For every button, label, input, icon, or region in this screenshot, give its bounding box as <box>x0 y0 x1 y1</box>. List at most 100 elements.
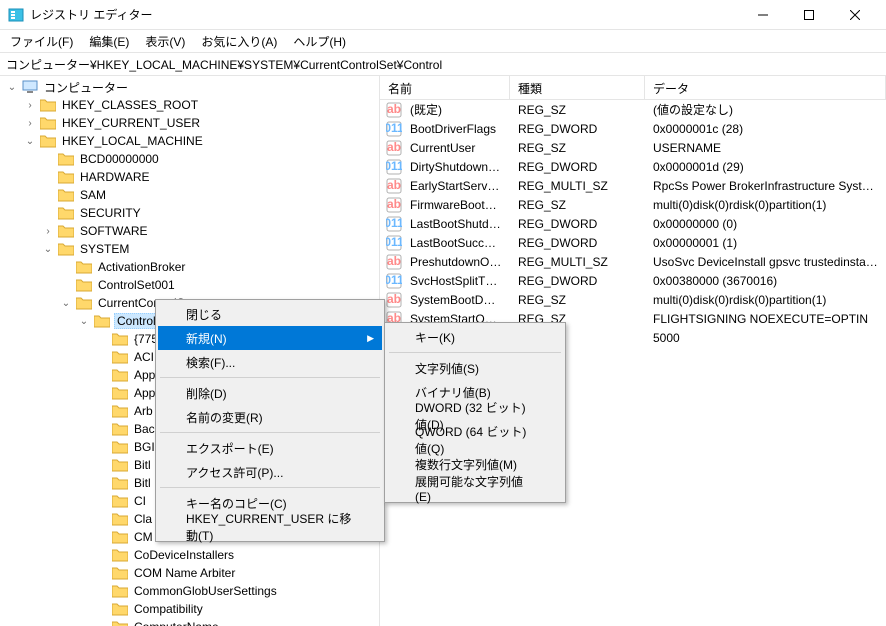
column-name[interactable]: 名前 <box>380 76 510 99</box>
context-submenu[interactable]: キー(K)文字列値(S)バイナリ値(B)DWORD (32 ビット) 値(D)Q… <box>384 322 566 503</box>
menu-item[interactable]: 削除(D) <box>158 381 382 405</box>
tree-item-label: HKEY_CLASSES_ROOT <box>60 98 200 112</box>
value-type: REG_SZ <box>510 141 645 155</box>
folder-icon <box>58 242 74 256</box>
value-type: REG_SZ <box>510 198 645 212</box>
tree-item-label: SOFTWARE <box>78 224 150 238</box>
tree-item[interactable]: ⌄コンピューター <box>0 78 379 96</box>
menu-item[interactable]: 新規(N)▶ <box>158 326 382 350</box>
value-icon: ab <box>386 197 402 213</box>
menu-item[interactable]: 名前の変更(R) <box>158 405 382 429</box>
tree-item[interactable]: ComputerName <box>0 618 379 626</box>
folder-icon <box>112 566 128 580</box>
close-button[interactable] <box>832 0 878 30</box>
minimize-button[interactable] <box>740 0 786 30</box>
menu-file[interactable]: ファイル(F) <box>4 31 79 52</box>
tree-item[interactable]: Compatibility <box>0 600 379 618</box>
value-type: REG_MULTI_SZ <box>510 255 645 269</box>
tree-item-label: BCD00000000 <box>78 152 161 166</box>
column-data[interactable]: データ <box>645 76 886 99</box>
tree-item[interactable]: SECURITY <box>0 204 379 222</box>
value-data: multi(0)disk(0)rdisk(0)partition(1) <box>645 293 886 307</box>
list-header: 名前 種類 データ <box>380 76 886 100</box>
menu-item[interactable]: キー(K) <box>387 325 563 349</box>
svg-text:ab: ab <box>387 254 401 268</box>
menu-item[interactable]: 文字列値(S) <box>387 356 563 380</box>
menu-favorites[interactable]: お気に入り(A) <box>195 31 283 52</box>
svg-text:011: 011 <box>386 121 402 135</box>
value-row[interactable]: ab(既定)REG_SZ(値の設定なし) <box>380 100 886 119</box>
value-name: DirtyShutdownCo... <box>402 160 510 174</box>
tree-item-label: Bitl <box>132 458 153 472</box>
folder-icon <box>112 458 128 472</box>
expand-icon[interactable]: › <box>24 118 36 129</box>
value-row[interactable]: abEarlyStartServicesREG_MULTI_SZRpcSs Po… <box>380 176 886 195</box>
folder-icon <box>112 332 128 346</box>
tree-item[interactable]: ⌄ HKEY_LOCAL_MACHINE <box>0 132 379 150</box>
collapse-icon[interactable]: ⌄ <box>60 298 72 309</box>
menu-edit[interactable]: 編集(E) <box>83 31 135 52</box>
value-data: (値の設定なし) <box>645 101 886 118</box>
value-name: CurrentUser <box>402 141 510 155</box>
value-row[interactable]: 011SvcHostSplitThres...REG_DWORD0x003800… <box>380 271 886 290</box>
tree-item[interactable]: ›HKEY_CURRENT_USER <box>0 114 379 132</box>
menu-item[interactable]: QWORD (64 ビット) 値(Q) <box>387 428 563 452</box>
menu-item-label: 複数行文字列値(M) <box>415 456 517 473</box>
value-row[interactable]: 011BootDriverFlagsREG_DWORD0x0000001c (2… <box>380 119 886 138</box>
folder-icon <box>58 170 74 184</box>
menu-item[interactable]: エクスポート(E) <box>158 436 382 460</box>
tree-item-label: HKEY_LOCAL_MACHINE <box>60 134 205 148</box>
submenu-arrow-icon: ▶ <box>367 333 374 344</box>
value-row[interactable]: abSystemBootDeviceREG_SZmulti(0)disk(0)r… <box>380 290 886 309</box>
maximize-button[interactable] <box>786 0 832 30</box>
value-icon: 011 <box>386 121 402 137</box>
folder-icon <box>112 476 128 490</box>
tree-item[interactable]: ⌄SYSTEM <box>0 240 379 258</box>
tree-item[interactable]: › SOFTWARE <box>0 222 379 240</box>
folder-icon <box>112 368 128 382</box>
title-bar: レジストリ エディター <box>0 0 886 30</box>
folder-icon <box>76 296 92 310</box>
collapse-icon[interactable]: ⌄ <box>78 316 90 327</box>
folder-icon <box>112 386 128 400</box>
menu-help[interactable]: ヘルプ(H) <box>287 31 352 52</box>
tree-item[interactable]: CommonGlobUserSettings <box>0 582 379 600</box>
value-name: LastBootShutdown <box>402 217 510 231</box>
column-type[interactable]: 種類 <box>510 76 645 99</box>
tree-item-label: Compatibility <box>132 602 205 616</box>
value-row[interactable]: abPreshutdownOrderREG_MULTI_SZUsoSvc Dev… <box>380 252 886 271</box>
menu-item[interactable]: 展開可能な文字列値(E) <box>387 476 563 500</box>
value-row[interactable]: 011LastBootSucceededREG_DWORD0x00000001 … <box>380 233 886 252</box>
menu-item-label: 名前の変更(R) <box>186 409 263 426</box>
menu-item[interactable]: アクセス許可(P)... <box>158 460 382 484</box>
folder-icon <box>112 440 128 454</box>
expand-icon[interactable]: › <box>42 226 54 237</box>
menu-item[interactable]: 検索(F)... <box>158 350 382 374</box>
menu-item-label: キー(K) <box>415 329 455 346</box>
menu-item[interactable]: HKEY_CURRENT_USER に移動(T) <box>158 515 382 539</box>
collapse-icon[interactable]: ⌄ <box>42 244 54 255</box>
menu-item[interactable]: 閉じる <box>158 302 382 326</box>
tree-item[interactable]: COM Name Arbiter <box>0 564 379 582</box>
value-row[interactable]: abCurrentUserREG_SZUSERNAME <box>380 138 886 157</box>
tree-item[interactable]: ActivationBroker <box>0 258 379 276</box>
value-row[interactable]: 011DirtyShutdownCo...REG_DWORD0x0000001d… <box>380 157 886 176</box>
tree-item-label: ComputerName <box>132 620 221 626</box>
collapse-icon[interactable]: ⌄ <box>24 136 36 147</box>
expand-icon[interactable]: › <box>24 100 36 111</box>
tree-item[interactable]: › HKEY_CLASSES_ROOT <box>0 96 379 114</box>
tree-item[interactable]: SAM <box>0 186 379 204</box>
value-row[interactable]: abFirmwareBootDevi...REG_SZmulti(0)disk(… <box>380 195 886 214</box>
tree-item-label: Arb <box>132 404 155 418</box>
tree-item[interactable]: HARDWARE <box>0 168 379 186</box>
value-row[interactable]: 011LastBootShutdownREG_DWORD0x00000000 (… <box>380 214 886 233</box>
folder-icon <box>58 206 74 220</box>
context-menu[interactable]: 閉じる新規(N)▶検索(F)... 削除(D) 名前の変更(R) エクスポート(E)ア… <box>155 299 385 542</box>
tree-item[interactable]: ControlSet001 <box>0 276 379 294</box>
folder-icon <box>112 548 128 562</box>
tree-item[interactable]: BCD00000000 <box>0 150 379 168</box>
tree-item[interactable]: CoDeviceInstallers <box>0 546 379 564</box>
menu-view[interactable]: 表示(V) <box>139 31 191 52</box>
collapse-icon[interactable]: ⌄ <box>6 82 18 93</box>
address-bar[interactable]: コンピューター¥HKEY_LOCAL_MACHINE¥SYSTEM¥Curren… <box>0 52 886 76</box>
